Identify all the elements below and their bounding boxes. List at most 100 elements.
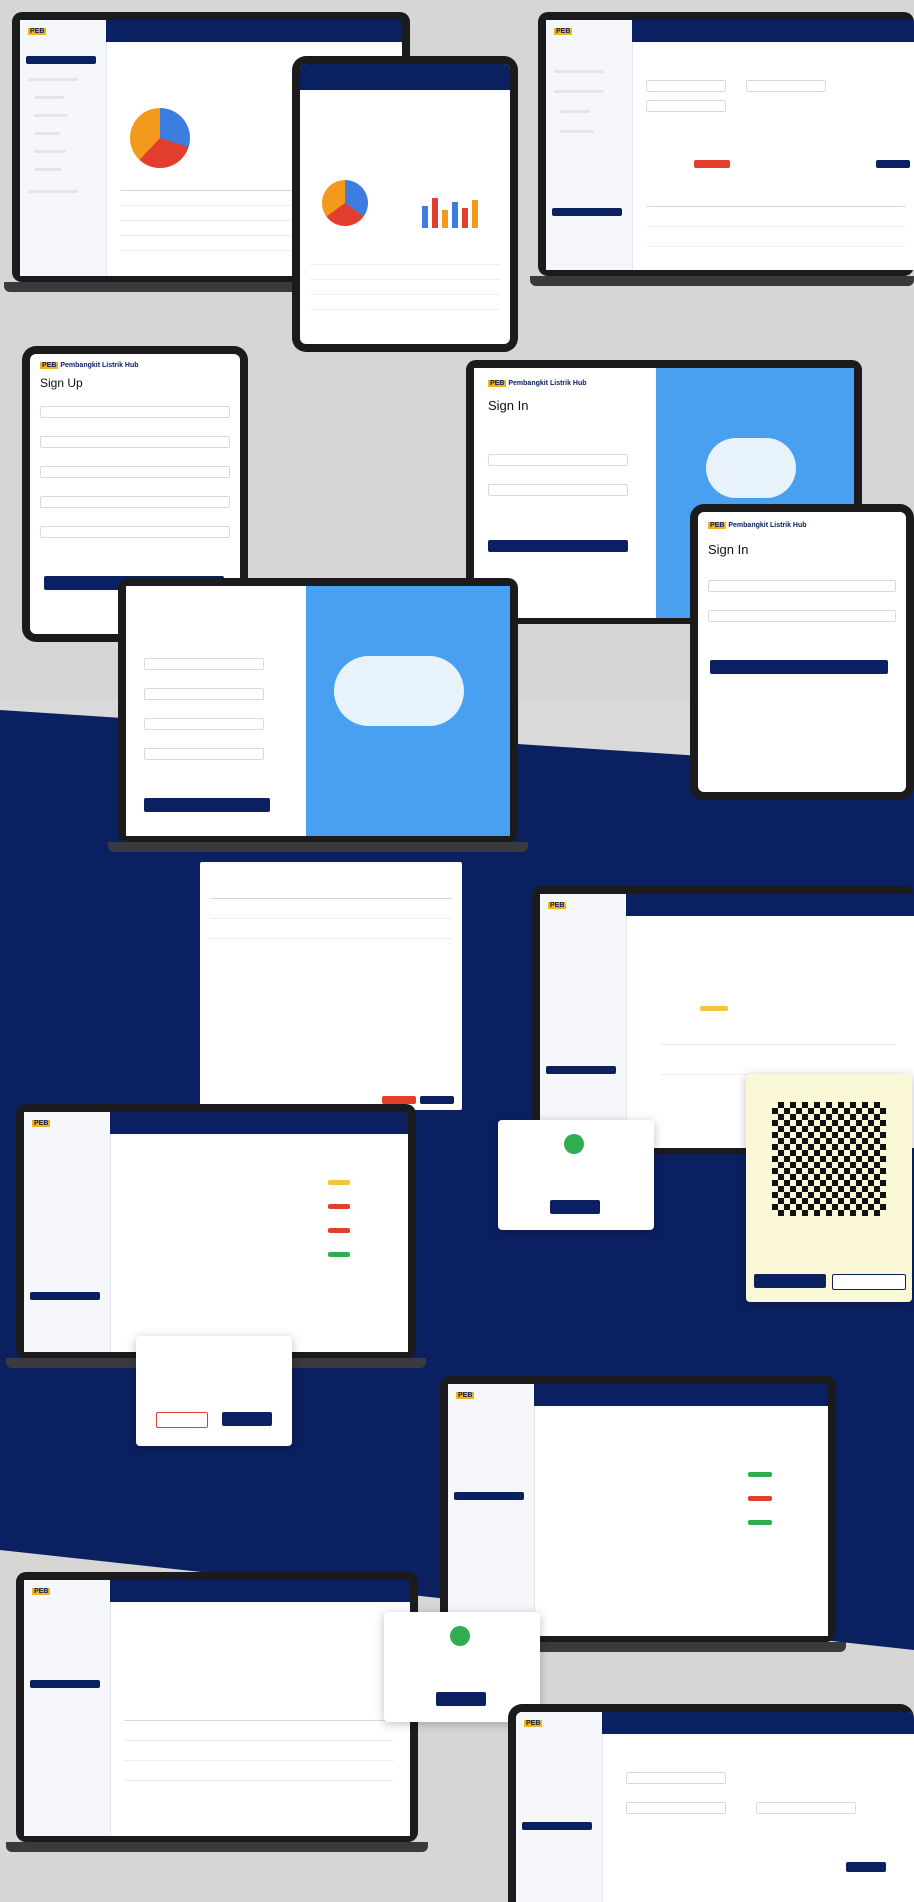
sidebar: PEB: [448, 1384, 535, 1636]
pie-chart: [322, 180, 368, 226]
top-bar: [626, 894, 914, 916]
download-qr-button[interactable]: [754, 1274, 826, 1288]
sidebar-item-active[interactable]: [552, 208, 622, 216]
sidebar-item-active[interactable]: [30, 1680, 100, 1688]
sidebar-item[interactable]: [34, 150, 66, 153]
signup-field[interactable]: [144, 748, 264, 760]
tablet-form: PEB: [508, 1704, 914, 1902]
table-row: [660, 1044, 896, 1045]
brand-logo: PEB: [456, 1392, 475, 1399]
table-row: [310, 294, 500, 295]
sidebar-item-active[interactable]: [454, 1492, 524, 1500]
sidebar-item[interactable]: [34, 114, 68, 117]
close-qr-button[interactable]: [832, 1274, 906, 1290]
sidebar-item[interactable]: [554, 90, 604, 93]
form-field[interactable]: [756, 1802, 856, 1814]
tablet-signin-screen: PEB Pembangkit Listrik Hub Sign In: [698, 512, 906, 792]
brand-logo: PEB: [548, 902, 567, 909]
laptop-tabs: PEB: [16, 1572, 418, 1842]
signup-field[interactable]: [40, 406, 230, 418]
signup-field[interactable]: [144, 688, 264, 700]
status-badge: [328, 1180, 350, 1185]
sidebar-item[interactable]: [34, 96, 64, 99]
brand-logo: PEB Pembangkit Listrik Hub: [40, 362, 139, 369]
signin-field[interactable]: [488, 454, 628, 466]
signin-submit-button[interactable]: [488, 540, 628, 552]
brand-logo: PEB Pembangkit Listrik Hub: [488, 380, 587, 387]
list-screen: PEB: [24, 1112, 408, 1352]
top-bar: [602, 1712, 914, 1734]
pie-chart: [130, 108, 190, 168]
table-row: [210, 938, 452, 939]
power-tower-illustration: [706, 438, 796, 498]
sidebar-item[interactable]: [560, 130, 594, 133]
sidebar-item[interactable]: [560, 110, 590, 113]
sidebar-item[interactable]: [28, 78, 78, 81]
laptop-list: PEB: [16, 1104, 416, 1358]
table-screen: PEB: [448, 1384, 828, 1636]
signin-field[interactable]: [708, 610, 896, 622]
signin-field[interactable]: [708, 580, 896, 592]
sidebar: PEB: [546, 20, 633, 270]
status-badge: [328, 1228, 350, 1233]
sidebar: PEB: [20, 20, 107, 276]
save-button[interactable]: [876, 160, 910, 168]
signup-field[interactable]: [40, 466, 230, 478]
confirm-button[interactable]: [222, 1412, 272, 1426]
tablet-dashboard-screen: [300, 64, 510, 344]
sidebar-item[interactable]: [34, 168, 62, 171]
table-row: [310, 279, 500, 280]
laptop-table: PEB: [440, 1376, 836, 1642]
delete-button[interactable]: [694, 160, 730, 168]
form-field[interactable]: [646, 100, 726, 112]
signup-field[interactable]: [40, 436, 230, 448]
top-bar: [300, 64, 510, 90]
status-badge: [328, 1204, 350, 1209]
cancel-button[interactable]: [382, 1096, 416, 1104]
power-tower-illustration: [334, 656, 464, 726]
sidebar: PEB: [540, 894, 627, 1148]
signin-submit-button[interactable]: [710, 660, 888, 674]
status-badge: [748, 1496, 772, 1501]
ok-button[interactable]: [550, 1200, 600, 1214]
form-field[interactable]: [746, 80, 826, 92]
signup-field[interactable]: [144, 718, 264, 730]
signin-field[interactable]: [488, 484, 628, 496]
form-field[interactable]: [646, 80, 726, 92]
status-badge: [748, 1520, 772, 1525]
save-button[interactable]: [846, 1862, 886, 1872]
qr-modal: [746, 1074, 912, 1302]
table-row: [310, 309, 500, 310]
form-field[interactable]: [626, 1772, 726, 1784]
sidebar-item[interactable]: [554, 70, 604, 73]
signup-submit-button[interactable]: [144, 798, 270, 812]
signup-field[interactable]: [40, 496, 230, 508]
ok-button[interactable]: [436, 1692, 486, 1706]
tablet-signin: PEB Pembangkit Listrik Hub Sign In: [690, 504, 914, 800]
top-bar: [106, 20, 402, 42]
sidebar-item-active[interactable]: [546, 1066, 616, 1074]
form-field[interactable]: [626, 1802, 726, 1814]
signup-field[interactable]: [40, 526, 230, 538]
sidebar-item-dashboard[interactable]: [26, 56, 96, 64]
table-card: [200, 862, 462, 1110]
cancel-button[interactable]: [156, 1412, 208, 1428]
table-row: [124, 1740, 394, 1741]
status-badge: [700, 1006, 728, 1011]
table-header: [210, 898, 452, 899]
sidebar-item-active[interactable]: [30, 1292, 100, 1300]
sidebar-item[interactable]: [34, 132, 60, 135]
sidebar-item[interactable]: [28, 190, 78, 193]
signup-field[interactable]: [144, 658, 264, 670]
confirm-button[interactable]: [420, 1096, 454, 1104]
tablet-form-screen: PEB: [516, 1712, 914, 1902]
sidebar-item-active[interactable]: [522, 1822, 592, 1830]
success-check-icon: [564, 1134, 584, 1154]
table-row: [124, 1760, 394, 1761]
signin-title: Sign In: [488, 398, 529, 413]
sidebar: PEB: [24, 1112, 111, 1352]
top-bar: [110, 1580, 410, 1602]
laptop-form: PEB: [538, 12, 914, 276]
table-row: [646, 246, 906, 247]
brand-logo: PEB: [32, 1120, 51, 1127]
